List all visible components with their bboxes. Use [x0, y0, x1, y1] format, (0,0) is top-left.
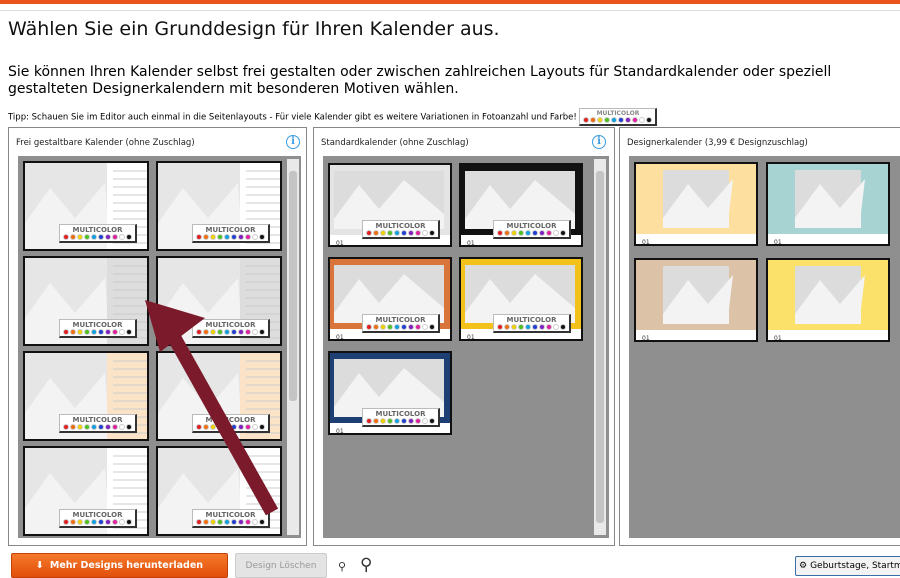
gear-icon: ⚙: [799, 561, 808, 571]
arrow-annotation: [145, 300, 279, 516]
zoom-in-icon[interactable]: ⚲: [360, 555, 372, 575]
download-more-designs-button[interactable]: ⬇ Mehr Designs herunterladen: [11, 553, 228, 578]
download-icon: ⬇: [35, 560, 44, 571]
zoom-out-icon[interactable]: ⚲: [338, 560, 346, 573]
delete-design-button[interactable]: Design Löschen: [235, 553, 327, 578]
settings-button[interactable]: ⚙Geburtstage, Startmonat: [795, 556, 900, 576]
